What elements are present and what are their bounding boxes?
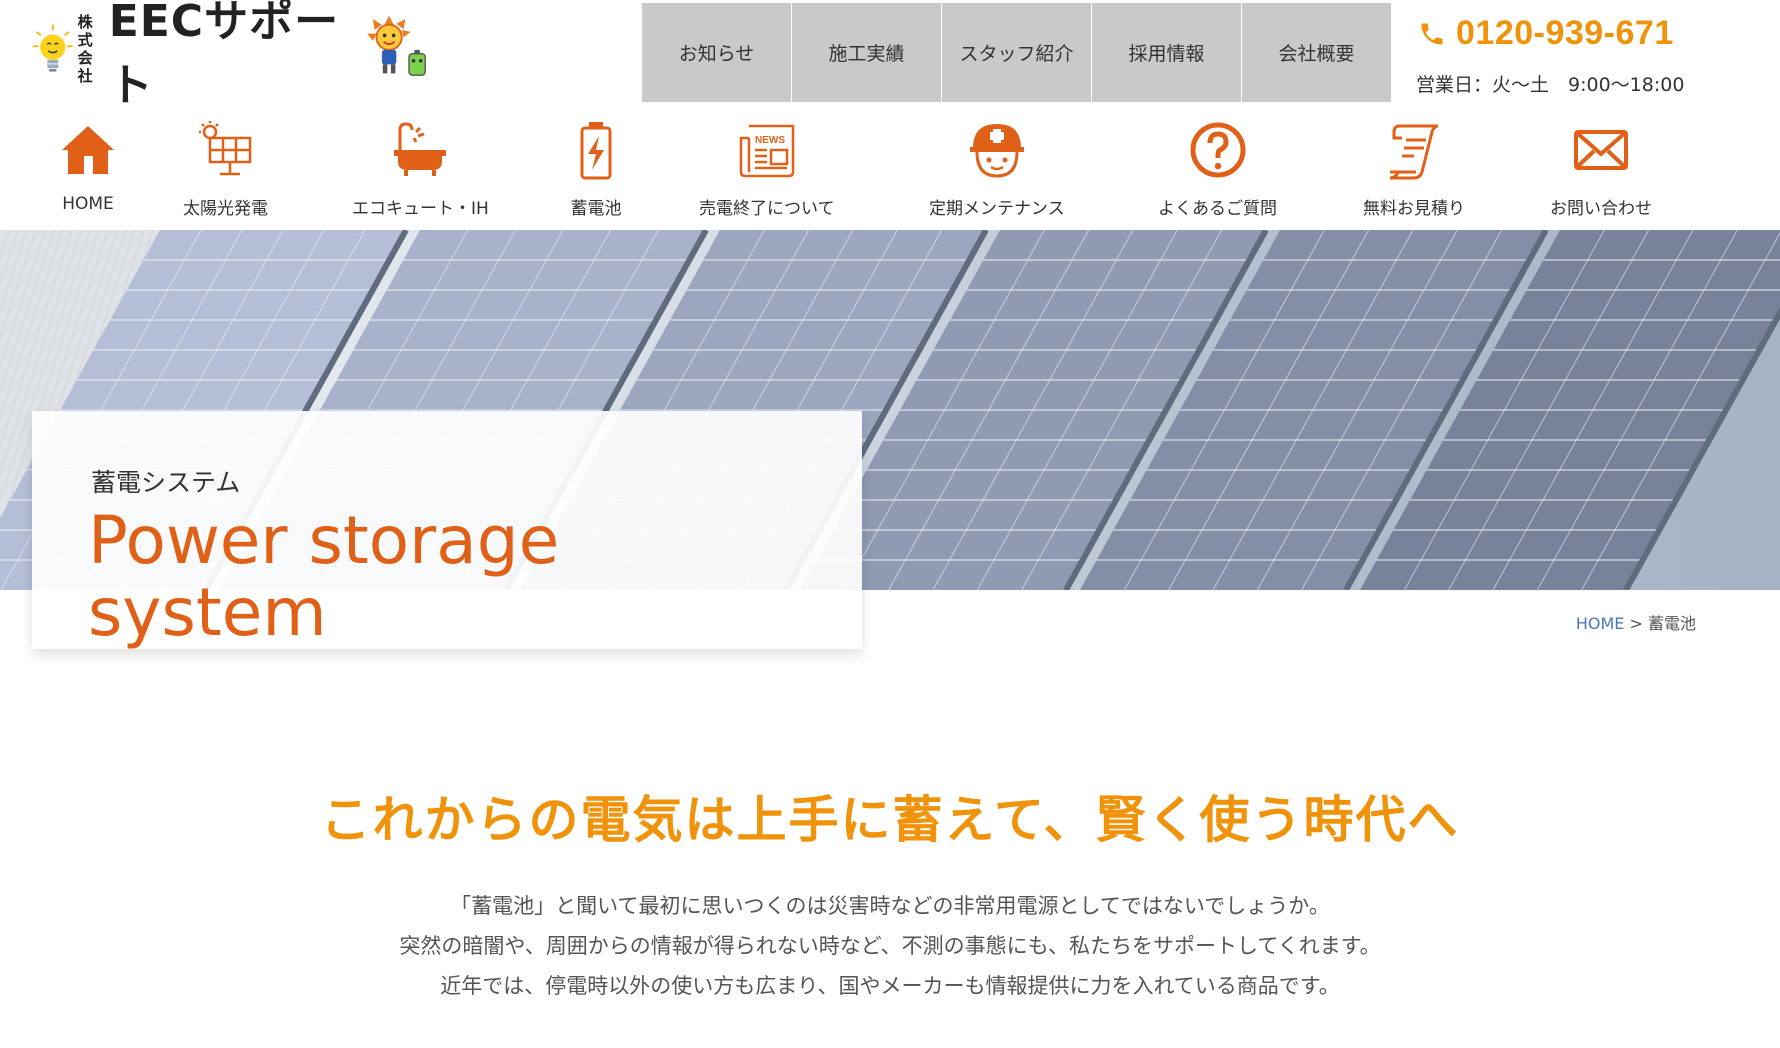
helmet-icon xyxy=(969,124,1024,178)
iconnav-feedin-end-label: 売電終了について xyxy=(699,199,835,219)
question-icon xyxy=(1190,122,1245,178)
icon-navigation: HOME 太陽光発電 エコキュート・IH 蓄電池 NEWS 売電終了について 定… xyxy=(0,120,1780,230)
iconnav-home-label: HOME xyxy=(62,194,114,214)
logo-name: EECサポート xyxy=(108,0,340,111)
logo-corp-label: 株式 会社 xyxy=(78,13,105,85)
iconnav-feedin-end[interactable]: NEWS 売電終了について xyxy=(699,120,835,219)
iconnav-estimate-label: 無料お見積り xyxy=(1363,199,1465,219)
breadcrumb: HOME > 蓄電池 xyxy=(1576,610,1696,634)
iconnav-faq[interactable]: よくあるご質問 xyxy=(1158,120,1277,219)
hero-subtitle: 蓄電システム xyxy=(91,468,241,497)
news-icon: NEWS xyxy=(739,124,794,178)
iconnav-solar-label: 太陽光発電 xyxy=(183,199,268,219)
breadcrumb-current: 蓄電池 xyxy=(1647,614,1696,633)
solar-panel-icon xyxy=(198,121,251,176)
bathtub-icon xyxy=(394,122,447,176)
topnav-company[interactable]: 会社概要 xyxy=(1242,3,1391,102)
phone-contact[interactable]: 0120-939-671 xyxy=(1418,14,1674,53)
battery-icon xyxy=(580,122,612,180)
topnav-staff[interactable]: スタッフ紹介 xyxy=(942,3,1091,102)
logo-corp-line1: 株式 xyxy=(77,13,93,49)
business-hours: 営業日：火〜土 9:00〜18:00 xyxy=(1416,74,1685,96)
svg-text:NEWS: NEWS xyxy=(755,135,785,146)
iconnav-solar[interactable]: 太陽光発電 xyxy=(183,120,268,219)
intro-line: 突然の暗闇や、周囲からの情報が得られない時など、不測の事態にも、私たちをサポート… xyxy=(399,934,1381,958)
topnav-news[interactable]: お知らせ xyxy=(642,3,791,102)
intro-paragraph: 「蓄電池」と聞いて最初に思いつくのは災害時などの非常用電源としてではないでしょう… xyxy=(0,886,1780,1006)
iconnav-contact-label: お問い合わせ xyxy=(1550,199,1652,219)
topnav-recruit[interactable]: 採用情報 xyxy=(1092,3,1241,102)
iconnav-maintenance[interactable]: 定期メンテナンス xyxy=(929,120,1065,219)
phone-number: 0120-939-671 xyxy=(1456,14,1674,52)
home-icon xyxy=(62,126,114,174)
iconnav-contact[interactable]: お問い合わせ xyxy=(1550,120,1652,219)
iconnav-faq-label: よくあるご質問 xyxy=(1158,199,1277,219)
topnav-works[interactable]: 施工実績 xyxy=(792,3,941,102)
breadcrumb-separator: > xyxy=(1624,614,1648,633)
iconnav-estimate[interactable]: 無料お見積り xyxy=(1363,120,1465,219)
hero-title-card: 蓄電システム Power storage system xyxy=(32,411,862,649)
iconnav-maintenance-label: 定期メンテナンス xyxy=(929,199,1065,219)
breadcrumb-home[interactable]: HOME xyxy=(1576,614,1625,633)
top-navigation: お知らせ 施工実績 スタッフ紹介 採用情報 会社概要 xyxy=(642,3,1392,102)
iconnav-ecocute[interactable]: エコキュート・IH xyxy=(352,120,489,219)
iconnav-ecocute-label: エコキュート・IH xyxy=(352,199,489,219)
iconnav-battery-label: 蓄電池 xyxy=(570,199,622,219)
mail-icon xyxy=(1574,130,1628,170)
intro-line: 近年では、停電時以外の使い方も広まり、国やメーカーも情報提供に力を入れている商品… xyxy=(440,974,1340,998)
iconnav-battery[interactable]: 蓄電池 xyxy=(566,120,626,219)
logo-corp-line2: 会社 xyxy=(77,49,93,85)
site-logo[interactable]: 株式 会社 EECサポート xyxy=(32,0,432,111)
iconnav-home[interactable]: HOME xyxy=(58,120,118,214)
intro-line: 「蓄電池」と聞いて最初に思いつくのは災害時などの非常用電源としてではないでしょう… xyxy=(450,894,1330,918)
phone-icon xyxy=(1421,23,1443,44)
hero-title: Power storage system xyxy=(88,502,560,651)
document-icon xyxy=(1389,124,1439,180)
section-headline: これからの電気は上手に蓄えて、賢く使う時代へ xyxy=(320,791,1460,849)
mascot-icon xyxy=(366,15,426,76)
lightbulb-icon xyxy=(32,24,73,72)
